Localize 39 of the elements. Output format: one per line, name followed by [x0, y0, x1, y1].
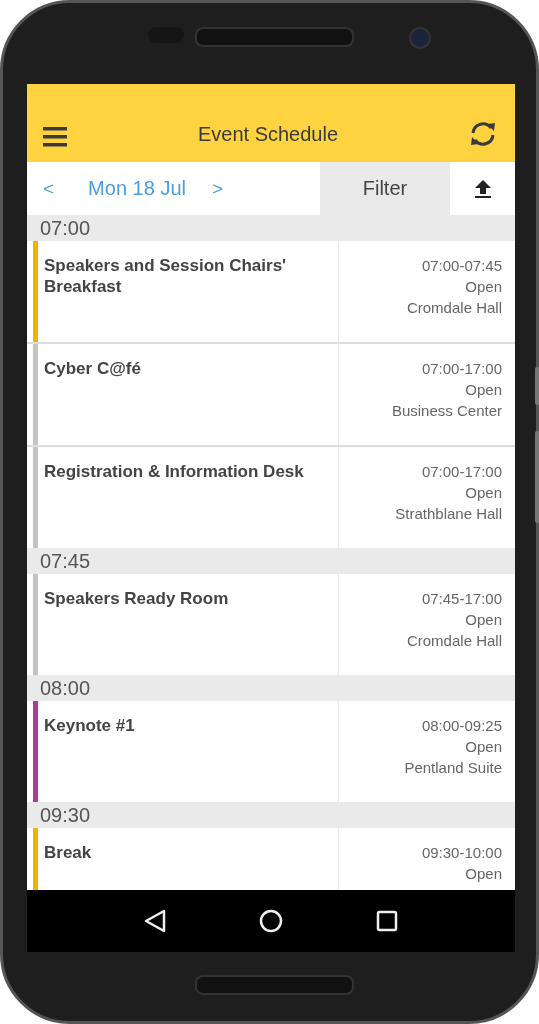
event-row[interactable]: Speakers and Session Chairs' Breakfast 07:00-07:45 Open Cromdale Hall	[27, 241, 515, 344]
event-time: 07:00-07:45	[421, 256, 502, 276]
home-icon[interactable]	[259, 909, 283, 933]
event-status: Open	[465, 610, 502, 630]
event-title: Speakers Ready Room	[44, 588, 230, 609]
event-time: 07:45-17:00	[421, 589, 502, 609]
event-title: Cyber C@fé	[44, 358, 142, 379]
event-status: Open	[465, 737, 502, 757]
app-title: Event Schedule	[197, 123, 339, 147]
event-title: Keynote #1	[44, 715, 136, 736]
event-title: Registration & Information Desk	[44, 461, 305, 482]
event-time: 09:30-10:00	[421, 843, 502, 863]
event-status: Open	[465, 864, 502, 884]
event-time: 07:00-17:00	[421, 359, 502, 379]
event-venue: Business Center	[391, 401, 502, 421]
time-header: 07:45	[27, 548, 515, 574]
menu-icon[interactable]	[43, 126, 67, 148]
time-header: 07:00	[27, 215, 515, 241]
event-title: Break	[44, 842, 93, 863]
front-camera	[409, 27, 431, 49]
filter-button[interactable]: Filter	[320, 162, 450, 215]
event-time: 07:00-17:00	[421, 462, 502, 482]
upload-icon	[473, 178, 492, 199]
event-title: Speakers and Session Chairs' Breakfast	[44, 255, 288, 297]
time-header: 09:30	[27, 802, 515, 828]
event-venue: Strathblane Hall	[395, 504, 502, 524]
event-time: 08:00-09:25	[421, 716, 502, 736]
back-icon[interactable]	[143, 909, 166, 933]
event-venue: Cromdale Hall	[406, 631, 502, 651]
event-status: Open	[465, 380, 502, 400]
event-row[interactable]: Cyber C@fé 07:00-17:00 Open Business Center	[27, 344, 515, 447]
time-header: 08:00	[27, 675, 515, 701]
refresh-icon[interactable]	[469, 120, 497, 148]
date-label: Mon 18 Jul	[88, 177, 186, 200]
recents-icon[interactable]	[376, 910, 399, 932]
event-venue: Pentland Suite	[404, 758, 502, 778]
event-venue: Cromdale Hall	[406, 298, 502, 318]
event-status: Open	[465, 277, 502, 297]
event-status: Open	[465, 483, 502, 503]
